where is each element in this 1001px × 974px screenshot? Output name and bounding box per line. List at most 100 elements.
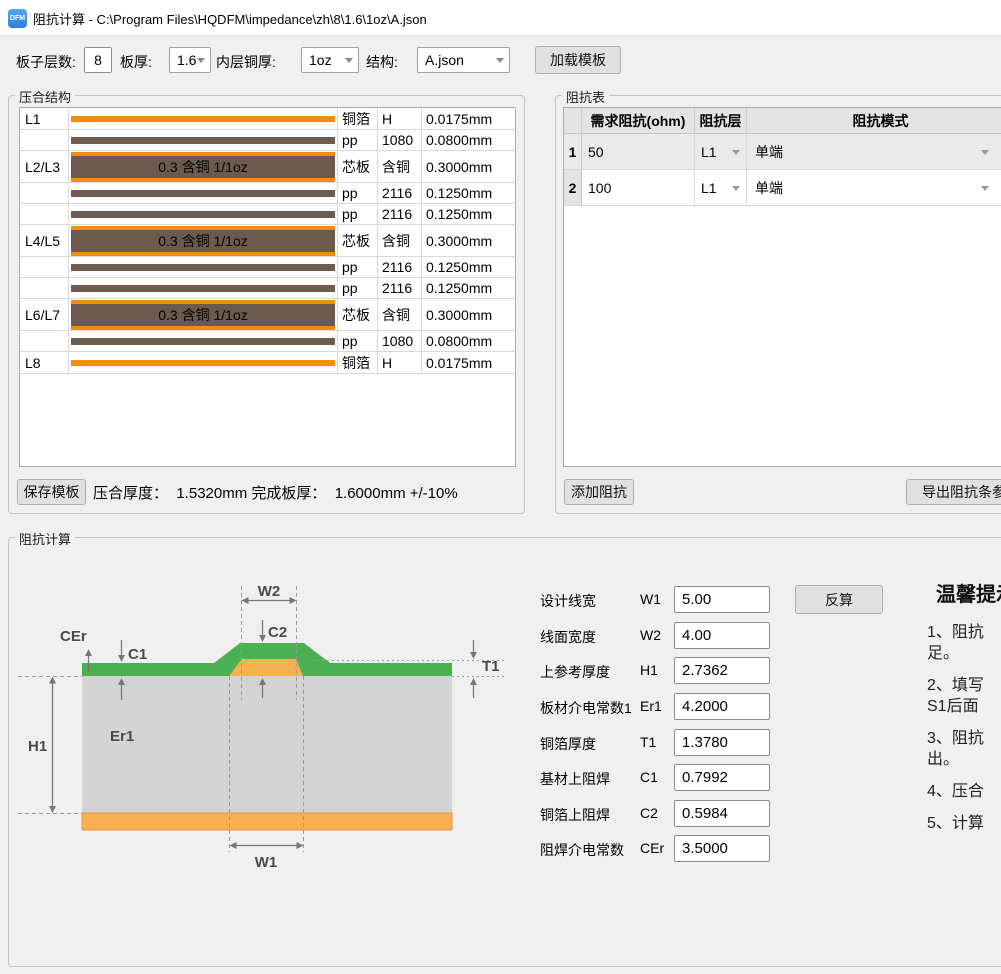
- field-code: C2: [640, 805, 658, 821]
- tip-item: 3、阻抗 出。: [927, 728, 1001, 770]
- app-icon: DFM: [8, 9, 27, 28]
- structure-select[interactable]: A.json: [417, 47, 510, 73]
- row-number: 1: [564, 134, 582, 169]
- cross-section-diagram: W2 C2 CEr C1 T1 H1 Er1 W1: [8, 537, 538, 882]
- diagram-label-h1: H1: [28, 738, 47, 755]
- field-row: 线面宽度 W2: [540, 622, 870, 649]
- c2-input[interactable]: [674, 800, 770, 827]
- board-layers-input[interactable]: [84, 47, 112, 73]
- h1-input[interactable]: [674, 657, 770, 684]
- field-row: 阻焊介电常数 CEr: [540, 835, 870, 862]
- thickness-summary: 压合厚度： 1.5320mm 完成板厚： 1.6000mm +/-10%: [93, 479, 458, 505]
- impedance-row[interactable]: 2 100 L1 单端: [564, 170, 1001, 206]
- inner-copper-label: 内层铜厚:: [216, 52, 276, 72]
- field-code: W1: [640, 591, 661, 607]
- row-number: 2: [564, 170, 582, 205]
- impedance-layer-cell[interactable]: L1: [695, 170, 747, 205]
- stackup-table: L1 铜箔 H 0.0175mm pp 1080 0.0800mm L2/L3 …: [19, 107, 516, 467]
- impedance-row[interactable]: 1 50 L1 单端: [564, 134, 1001, 170]
- cer-input[interactable]: [674, 835, 770, 862]
- impedance-mode-cell[interactable]: 单端: [747, 134, 1001, 169]
- impedance-mode-cell[interactable]: 单端: [747, 170, 1001, 205]
- inner-copper-select[interactable]: 1oz: [301, 47, 359, 73]
- field-row: 板材介电常数1 Er1: [540, 693, 870, 720]
- window-title: 阻抗计算 - C:\Program Files\HQDFM\impedance\…: [33, 0, 427, 36]
- header-impedance-layer: 阻抗层: [695, 108, 747, 133]
- field-row: 铜箔厚度 T1: [540, 729, 870, 756]
- stackup-row: L6/L7 0.3 含铜 1/1oz 芯板 含铜 0.3000mm: [20, 299, 515, 331]
- field-row: 上参考厚度 H1: [540, 657, 870, 684]
- header-impedance-mode: 阻抗模式: [747, 108, 1001, 133]
- c1-input[interactable]: [674, 764, 770, 791]
- prepreg-bar: [71, 137, 335, 144]
- diagram-label-er1: Er1: [110, 728, 134, 745]
- chevron-down-icon: [345, 58, 353, 63]
- tip-item: 2、填写 S1后面: [927, 675, 1001, 717]
- copper-foil-bar: [71, 360, 335, 366]
- reverse-calc-button[interactable]: 反算: [795, 585, 883, 614]
- w2-input[interactable]: [674, 622, 770, 649]
- stackup-row: L8 铜箔 H 0.0175mm: [20, 352, 515, 374]
- stackup-row: pp 2116 0.1250mm: [20, 257, 515, 278]
- chevron-down-icon[interactable]: [981, 150, 989, 155]
- save-template-button[interactable]: 保存模板: [17, 479, 86, 505]
- impedance-value-cell[interactable]: 100: [582, 170, 695, 205]
- chevron-down-icon: [197, 58, 205, 63]
- field-label: 铜箔上阻焊: [540, 805, 610, 825]
- tip-item: 4、压合: [927, 781, 1001, 802]
- field-label: 上参考厚度: [540, 662, 610, 682]
- load-template-button[interactable]: 加载模板: [535, 46, 621, 74]
- field-row: 铜箔上阻焊 C2: [540, 800, 870, 827]
- title-bar: DFM 阻抗计算 - C:\Program Files\HQDFM\impeda…: [0, 0, 1001, 36]
- er1-input[interactable]: [674, 693, 770, 720]
- add-impedance-button[interactable]: 添加阻抗: [564, 479, 634, 505]
- header-row-number: [564, 108, 582, 133]
- field-code: T1: [640, 734, 656, 750]
- copper-foil-bar: [71, 116, 335, 122]
- layer-value: L1: [701, 144, 717, 160]
- board-thickness-value: 1.6: [177, 52, 196, 68]
- diagram-label-t1: T1: [482, 658, 500, 675]
- board-thickness-label: 板厚:: [120, 52, 152, 72]
- impedance-table-header: 需求阻抗(ohm) 阻抗层 阻抗模式: [564, 108, 1001, 134]
- field-code: W2: [640, 627, 661, 643]
- chevron-down-icon[interactable]: [732, 186, 740, 191]
- t1-input[interactable]: [674, 729, 770, 756]
- structure-value: A.json: [425, 52, 464, 68]
- diagram-label-c2: C2: [268, 624, 287, 641]
- prepreg-bar: [71, 190, 335, 197]
- stackup-row: pp 2116 0.1250mm: [20, 204, 515, 225]
- mode-value: 单端: [755, 178, 783, 198]
- prepreg-bar: [71, 285, 335, 292]
- prepreg-bar: [71, 338, 335, 345]
- board-layers-label: 板子层数:: [16, 52, 76, 72]
- field-code: Er1: [640, 698, 662, 714]
- stackup-row: pp 2116 0.1250mm: [20, 278, 515, 299]
- inner-copper-value: 1oz: [309, 52, 332, 68]
- stackup-row: pp 1080 0.0800mm: [20, 130, 515, 151]
- field-code: C1: [640, 769, 658, 785]
- export-impedance-button[interactable]: 导出阻抗条参数: [906, 479, 1001, 505]
- core-bar: 0.3 含铜 1/1oz: [71, 152, 335, 182]
- board-thickness-select[interactable]: 1.6: [169, 47, 211, 73]
- mode-value: 单端: [755, 142, 783, 162]
- structure-label: 结构:: [366, 52, 398, 72]
- prepreg-bar: [71, 264, 335, 271]
- core-bar: 0.3 含铜 1/1oz: [71, 226, 335, 256]
- field-label: 板材介电常数1: [540, 698, 632, 718]
- diagram-label-w2: W2: [258, 583, 281, 600]
- diagram-label-cer: CEr: [60, 628, 87, 645]
- tips-title: 温馨提示: [936, 578, 1001, 607]
- impedance-layer-cell[interactable]: L1: [695, 134, 747, 169]
- w1-input[interactable]: [674, 586, 770, 613]
- field-label: 线面宽度: [540, 627, 596, 647]
- field-code: CEr: [640, 840, 664, 856]
- chevron-down-icon[interactable]: [732, 150, 740, 155]
- app-window: DFM 阻抗计算 - C:\Program Files\HQDFM\impeda…: [0, 0, 1001, 974]
- field-code: H1: [640, 662, 658, 678]
- impedance-table: 需求阻抗(ohm) 阻抗层 阻抗模式 1 50 L1 单端 2 100: [563, 107, 1001, 467]
- chevron-down-icon[interactable]: [981, 186, 989, 191]
- impedance-panel: 阻抗表 需求阻抗(ohm) 阻抗层 阻抗模式 1 50 L1 单端: [555, 95, 1001, 514]
- impedance-value-cell[interactable]: 50: [582, 134, 695, 169]
- layer-value: L1: [701, 180, 717, 196]
